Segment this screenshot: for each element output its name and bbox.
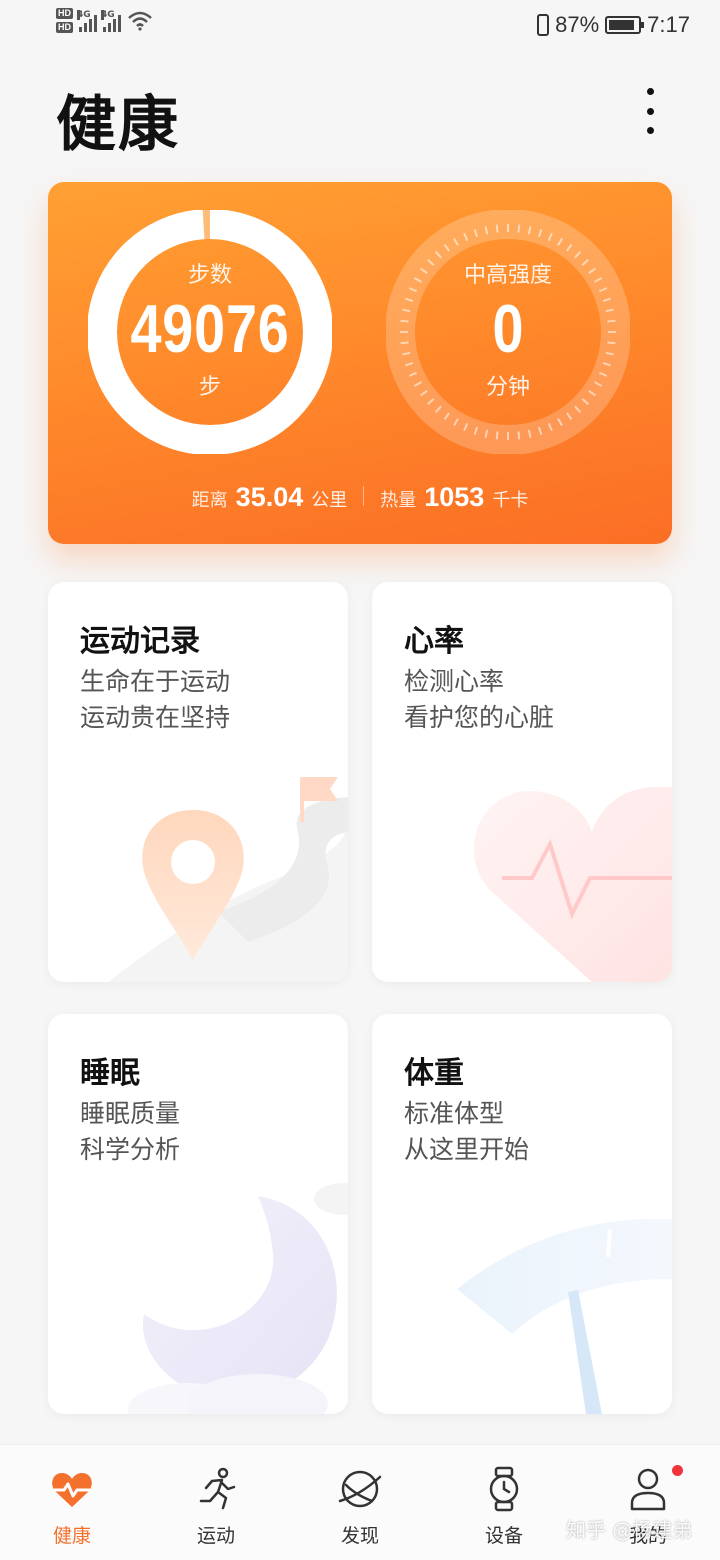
intensity-unit: 分钟 bbox=[485, 375, 530, 400]
steps-value: 49076 bbox=[130, 291, 290, 367]
page-title: 健康 bbox=[56, 90, 180, 160]
heart-pulse-icon bbox=[52, 1473, 92, 1507]
vibrate-icon bbox=[537, 14, 550, 36]
watermark: 知乎 @杨建弟 bbox=[566, 1518, 693, 1542]
calories-label: 热量 bbox=[380, 490, 417, 511]
distance-value: 35.04 bbox=[235, 482, 304, 512]
weight-line1: 标准体型 bbox=[404, 1099, 505, 1128]
weight-title: 体重 bbox=[404, 1056, 464, 1091]
steps-ring[interactable]: 步数 49076 步 bbox=[87, 209, 333, 455]
weight-line2: 从这里开始 bbox=[404, 1135, 530, 1164]
steps-text: 步数 49076 步 bbox=[88, 210, 332, 454]
sleep-title: 睡眠 bbox=[80, 1056, 140, 1091]
exercise-records-title: 运动记录 bbox=[80, 624, 200, 659]
sleep-subtitle: 睡眠质量 科学分析 bbox=[80, 1096, 180, 1168]
runner-icon bbox=[199, 1467, 236, 1510]
calories-value: 1053 bbox=[424, 482, 485, 512]
more-menu-icon[interactable] bbox=[638, 88, 662, 134]
nav-label-discover: 发现 bbox=[340, 1525, 379, 1547]
status-right: 87% 7:17 bbox=[537, 12, 690, 38]
sleep-line1: 睡眠质量 bbox=[80, 1099, 181, 1128]
status-left: HD HD 4G 4G bbox=[56, 8, 153, 33]
exercise-records-line1: 生命在于运动 bbox=[80, 667, 231, 696]
battery-percent: 87% bbox=[555, 12, 600, 37]
exercise-records-subtitle: 生命在于运动 运动贵在坚持 bbox=[80, 664, 230, 736]
intensity-value: 0 bbox=[492, 291, 524, 367]
status-bar: HD HD 4G 4G 87% 7:17 bbox=[0, 0, 720, 56]
calories-unit: 千卡 bbox=[492, 490, 529, 511]
clock: 7:17 bbox=[647, 12, 690, 37]
hd-indicators: HD HD bbox=[56, 8, 73, 33]
wifi-icon bbox=[128, 11, 152, 31]
notification-dot bbox=[672, 1465, 683, 1476]
watch-icon bbox=[489, 1466, 519, 1512]
activity-summary-card[interactable]: 步数 49076 步 中高强度 0 分钟 距离 35.04 公里 热量 1053… bbox=[48, 182, 672, 544]
heart-rate-card[interactable]: 心率 检测心率 看护您的心脏 bbox=[372, 582, 672, 982]
nav-label-health: 健康 bbox=[52, 1525, 91, 1547]
battery-icon bbox=[605, 16, 645, 34]
network-type-1: 4G bbox=[77, 9, 91, 20]
steps-unit: 步 bbox=[198, 375, 221, 400]
weight-subtitle: 标准体型 从这里开始 bbox=[404, 1096, 529, 1168]
nav-tab-exercise[interactable]: 运动 bbox=[156, 1445, 276, 1560]
nav-tab-devices[interactable]: 设备 bbox=[444, 1445, 564, 1560]
distance-label: 距离 bbox=[191, 490, 228, 511]
heart-rate-subtitle: 检测心率 看护您的心脏 bbox=[404, 664, 554, 736]
intensity-ring[interactable]: 中高强度 0 分钟 bbox=[385, 209, 631, 455]
nav-tab-discover[interactable]: 发现 bbox=[300, 1445, 420, 1560]
intensity-label: 中高强度 bbox=[463, 263, 552, 288]
signal-icon-2: 4G bbox=[101, 9, 121, 32]
hero-stats-row: 距离 35.04 公里 热量 1053 千卡 bbox=[48, 482, 672, 513]
distance-unit: 公里 bbox=[311, 490, 348, 511]
exercise-records-line2: 运动贵在坚持 bbox=[80, 703, 231, 732]
heart-rate-line2: 看护您的心脏 bbox=[404, 703, 555, 732]
stats-divider bbox=[363, 486, 365, 506]
exercise-records-card[interactable]: 运动记录 生命在于运动 运动贵在坚持 bbox=[48, 582, 348, 982]
steps-label: 步数 bbox=[187, 263, 232, 288]
sleep-card[interactable]: 睡眠 睡眠质量 科学分析 bbox=[48, 1014, 348, 1414]
intensity-text: 中高强度 0 分钟 bbox=[386, 210, 630, 454]
signal-icon-1: 4G bbox=[77, 9, 97, 32]
heart-rate-line1: 检测心率 bbox=[404, 667, 505, 696]
heart-rate-title: 心率 bbox=[404, 624, 464, 659]
person-icon bbox=[630, 1468, 666, 1511]
nav-label-exercise: 运动 bbox=[196, 1525, 235, 1547]
planet-icon bbox=[338, 1470, 382, 1508]
hd-badge-1: HD bbox=[56, 8, 73, 19]
sleep-line2: 科学分析 bbox=[80, 1135, 181, 1164]
nav-label-devices: 设备 bbox=[484, 1525, 523, 1547]
hd-badge-2: HD bbox=[56, 22, 73, 33]
nav-tab-health[interactable]: 健康 bbox=[12, 1445, 132, 1560]
network-type-2: 4G bbox=[101, 9, 115, 20]
weight-card[interactable]: 体重 标准体型 从这里开始 bbox=[372, 1014, 672, 1414]
